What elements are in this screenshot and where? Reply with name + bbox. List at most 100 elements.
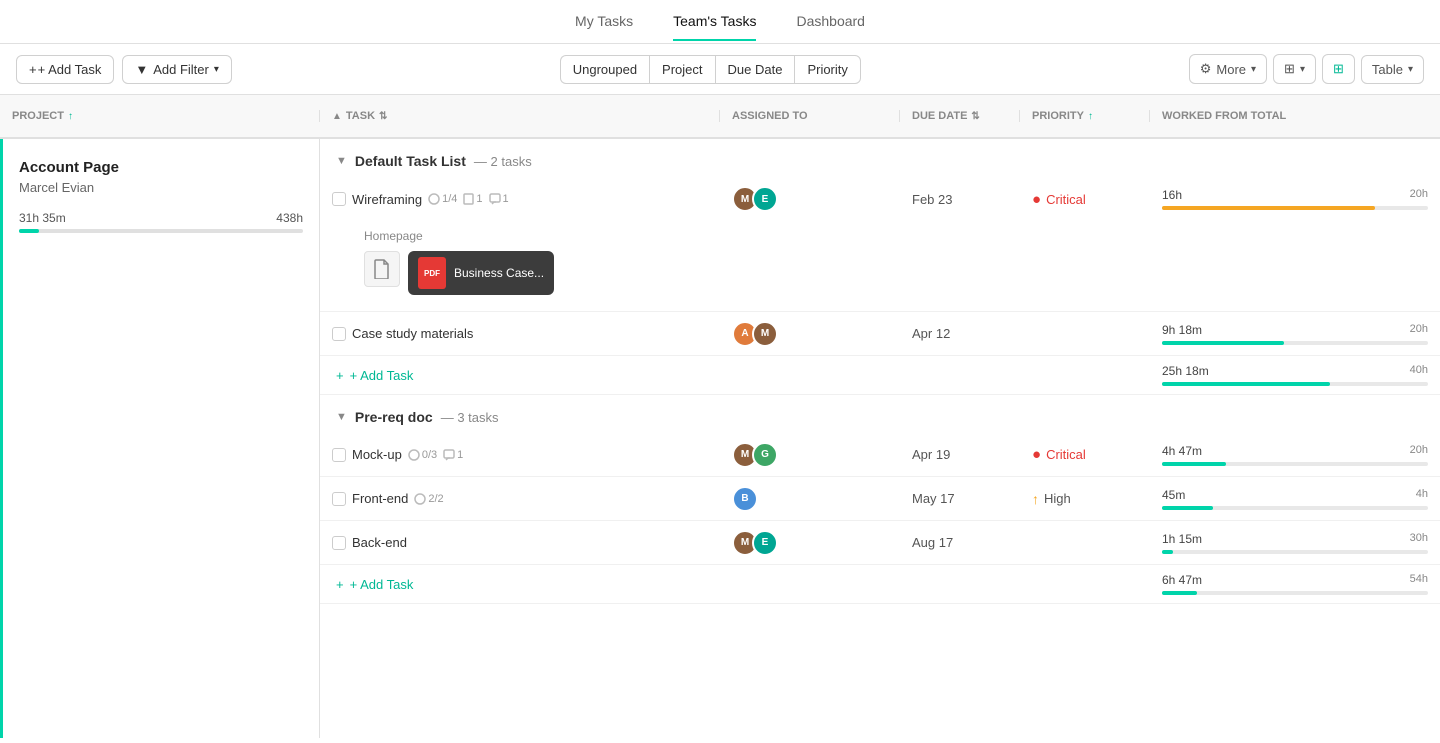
doc-icon: 1: [463, 193, 482, 205]
columns-button[interactable]: ⊞ ▾: [1273, 54, 1316, 84]
avatar: G: [752, 442, 778, 468]
task-name-cell: Wireframing 1/4 1 1: [320, 184, 720, 215]
avatar: M: [752, 321, 778, 347]
task-checkbox[interactable]: [332, 448, 346, 462]
task-name: Wireframing: [352, 192, 422, 207]
add-filter-button[interactable]: ▼ Add Filter ▾: [122, 55, 232, 84]
section-collapse-icon[interactable]: ▼: [336, 411, 347, 423]
add-task-button-2[interactable]: + + Add Task: [320, 565, 720, 603]
table-row: Case study materials A M Apr 12 9h 18m 2…: [320, 312, 1440, 356]
avatar: B: [732, 486, 758, 512]
task-meta: 2/2: [414, 493, 443, 505]
worked-cell: 9h 18m 20h: [1150, 315, 1440, 353]
task-checkbox[interactable]: [332, 536, 346, 550]
plus-icon: +: [336, 577, 344, 592]
nav-teams-tasks[interactable]: Team's Tasks: [673, 3, 756, 41]
due-date-cell: Apr 19: [900, 439, 1020, 470]
subtask-icon: 1/4: [428, 193, 457, 205]
section-default: ▼ Default Task List — 2 tasks: [320, 139, 1440, 177]
task-name: Case study materials: [352, 326, 473, 341]
section-name: Default Task List: [355, 153, 466, 169]
col-priority: PRIORITY ↑: [1020, 110, 1150, 122]
worked-cell: 4h 47m 20h: [1150, 436, 1440, 474]
section-count: — 2 tasks: [474, 154, 532, 169]
assigned-cell: M E: [720, 522, 900, 564]
assigned-cell: B: [720, 478, 900, 520]
task-meta: 1/4 1 1: [428, 193, 509, 205]
grid-view-button[interactable]: ⊞: [1322, 54, 1355, 84]
section-total-cell: 25h 18m 40h: [1150, 356, 1440, 394]
due-date-button[interactable]: Due Date: [715, 55, 795, 84]
col-due-date: DUE DATE ⇅: [900, 110, 1020, 122]
project-name: Account Page: [19, 159, 303, 176]
task-name-cell: Case study materials: [320, 318, 720, 349]
table-view-button[interactable]: Table ▾: [1361, 55, 1424, 84]
sort-icon[interactable]: ↑: [68, 111, 73, 122]
worked-cell: 1h 15m 30h: [1150, 524, 1440, 562]
attachment-label: Homepage: [364, 229, 1424, 243]
add-task-button-1[interactable]: + + Add Task: [320, 356, 720, 394]
nav-my-tasks[interactable]: My Tasks: [575, 3, 633, 41]
col-project: PROJECT ↑: [0, 110, 320, 122]
plus-icon: +: [336, 368, 344, 383]
col-assigned: ASSIGNED TO: [720, 110, 900, 122]
critical-icon: ●: [1032, 446, 1041, 463]
attachment-file-icon[interactable]: [364, 251, 400, 287]
task-name: Front-end: [352, 491, 408, 506]
worked-bar-fill: [1162, 382, 1330, 386]
sort-icon[interactable]: ⇅: [971, 111, 979, 122]
chevron-icon: ▲: [332, 111, 342, 122]
worked-bar-bg: [1162, 506, 1428, 510]
priority-cell: [1020, 535, 1150, 551]
filter-icon: ▼: [135, 62, 148, 77]
worked-bar-bg: [1162, 591, 1428, 595]
add-task-button[interactable]: + + Add Task: [16, 55, 114, 84]
chevron-down-icon: ▾: [1251, 64, 1256, 75]
attachment-area: Homepage PDF Business Case...: [320, 221, 1440, 311]
gear-icon: ⚙: [1200, 61, 1212, 77]
worked-bar-fill: [1162, 506, 1213, 510]
sidebar-progress-bg: [19, 229, 303, 233]
priority-button[interactable]: Priority: [794, 55, 860, 84]
sort-icon[interactable]: ↑: [1088, 111, 1093, 122]
pdf-icon: PDF: [418, 257, 446, 289]
table-row: Back-end M E Aug 17 1h 15m 30h: [320, 521, 1440, 565]
attachment-tooltip: PDF Business Case...: [408, 251, 554, 295]
section-count: — 3 tasks: [441, 410, 499, 425]
task-checkbox[interactable]: [332, 192, 346, 206]
sort-icon[interactable]: ⇅: [379, 111, 387, 122]
task-checkbox[interactable]: [332, 327, 346, 341]
worked-bar-bg: [1162, 550, 1428, 554]
worked-cell: 45m 4h: [1150, 480, 1440, 518]
task-name-cell: Mock-up 0/3 1: [320, 439, 720, 470]
assigned-cell: M G: [720, 434, 900, 476]
project-sidebar: Account Page Marcel Evian 31h 35m 438h: [0, 139, 320, 738]
nav-dashboard[interactable]: Dashboard: [796, 3, 865, 41]
worked-bar-fill: [1162, 462, 1226, 466]
col-worked: WORKED FROM TOTAL: [1150, 110, 1440, 122]
col-task: ▲ TASK ⇅: [320, 110, 720, 122]
worked-bar-fill: [1162, 206, 1375, 210]
columns-icon: ⊞: [1284, 61, 1295, 77]
high-priority-icon: ↑: [1032, 491, 1039, 507]
section-prereq: ▼ Pre-req doc — 3 tasks: [320, 395, 1440, 433]
attachment-name: Business Case...: [454, 266, 544, 280]
project-group-button[interactable]: Project: [649, 55, 714, 84]
task-checkbox[interactable]: [332, 492, 346, 506]
avatar: E: [752, 530, 778, 556]
priority-cell: [1020, 326, 1150, 342]
section-collapse-icon[interactable]: ▼: [336, 155, 347, 167]
plus-icon: +: [29, 62, 37, 77]
comment-icon: 1: [489, 193, 509, 205]
worked-bar-fill: [1162, 591, 1197, 595]
due-date-cell: May 17: [900, 483, 1020, 514]
more-button[interactable]: ⚙ More ▾: [1189, 54, 1267, 84]
task-name-cell: Back-end: [320, 527, 720, 558]
critical-icon: ●: [1032, 191, 1041, 208]
project-person: Marcel Evian: [19, 180, 303, 195]
chevron-down-icon: ▾: [214, 64, 219, 75]
section-total-cell-2: 6h 47m 54h: [1150, 565, 1440, 603]
worked-bar-bg: [1162, 206, 1428, 210]
ungrouped-button[interactable]: Ungrouped: [560, 55, 649, 84]
assigned-cell: M E: [720, 178, 900, 220]
